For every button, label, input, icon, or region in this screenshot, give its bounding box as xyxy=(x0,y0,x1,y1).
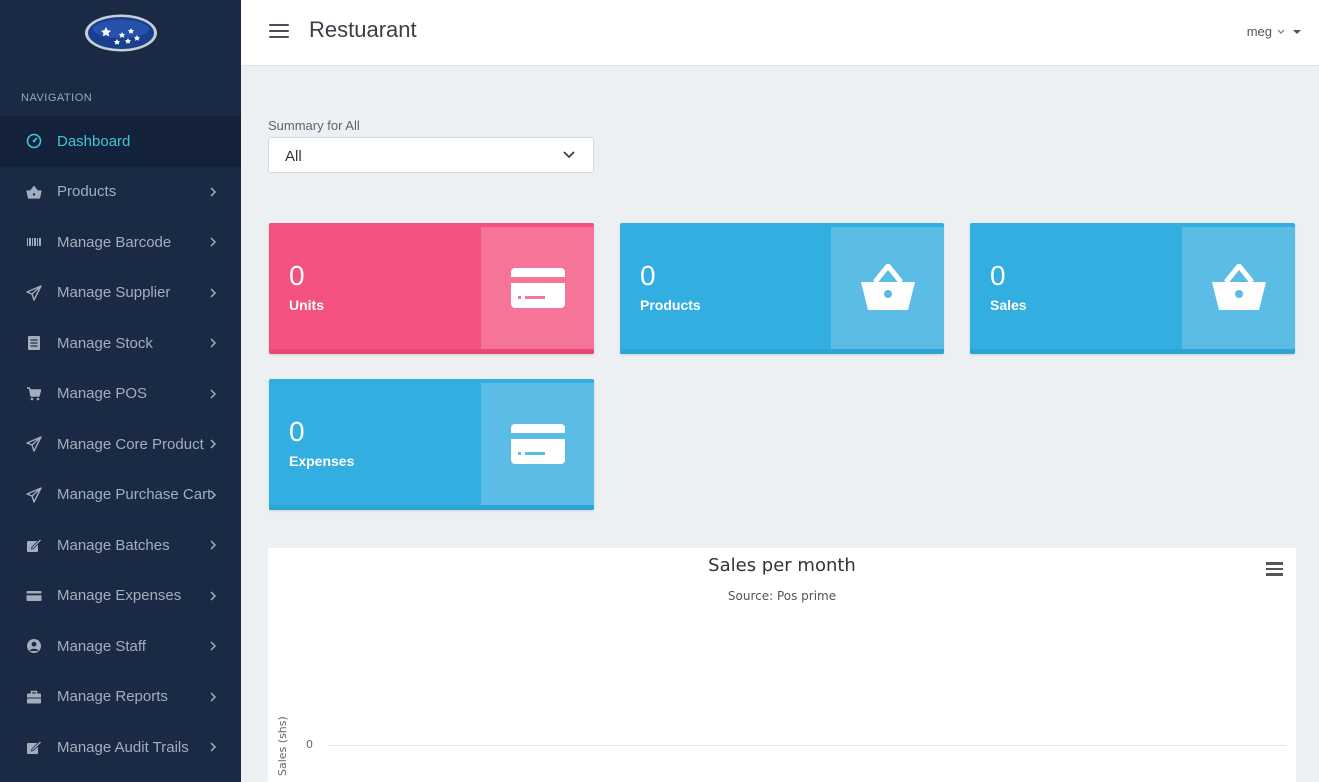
chevron-down-icon xyxy=(563,151,575,159)
chevron-right-icon xyxy=(209,184,217,197)
sidebar-item-label: Dashboard xyxy=(57,132,131,150)
products-card[interactable]: 0 Products xyxy=(620,223,944,354)
sidebar-item-manage-reports[interactable]: Manage Reports xyxy=(0,672,241,723)
cart-icon xyxy=(25,385,43,403)
chevron-right-icon xyxy=(209,436,217,449)
chart-subtitle: Source: Pos prime xyxy=(727,589,837,603)
paper-plane-icon xyxy=(25,435,43,453)
sidebar-item-label: Manage Batches xyxy=(57,536,170,554)
chart-title: Sales per month xyxy=(708,555,856,576)
sidebar: NAVIGATION Dashboard Products Manage Bar… xyxy=(0,0,241,782)
page-title: Restuarant xyxy=(309,17,417,42)
sidebar-item-label: Manage Supplier xyxy=(57,284,171,302)
sidebar-item-manage-expenses[interactable]: Manage Expenses xyxy=(0,571,241,622)
barcode-icon xyxy=(25,233,43,251)
chevron-right-icon xyxy=(209,638,217,651)
chevron-right-icon xyxy=(209,588,217,601)
summary-label: Summary for All xyxy=(268,118,360,133)
units-card[interactable]: 0 Units xyxy=(269,223,594,354)
chart-gridline xyxy=(328,745,1286,746)
sidebar-item-manage-audit-trails[interactable]: Manage Audit Trails xyxy=(0,722,241,773)
card-bottom-bar xyxy=(970,349,1295,354)
credit-card-icon xyxy=(25,587,43,605)
paper-plane-icon xyxy=(25,486,43,504)
logo[interactable] xyxy=(0,0,241,66)
sidebar-item-manage-batches[interactable]: Manage Batches xyxy=(0,520,241,571)
chevron-right-icon xyxy=(209,234,217,247)
chart-menu-icon[interactable] xyxy=(1266,562,1283,576)
list-icon xyxy=(25,334,43,352)
card-value: 0 xyxy=(289,416,305,447)
card-value: 0 xyxy=(990,260,1006,291)
chevron-right-icon xyxy=(209,285,217,298)
basket-icon xyxy=(25,183,43,201)
subaru-logo-icon xyxy=(84,14,157,52)
dashboard-gauge-icon xyxy=(25,132,43,150)
sidebar-item-manage-barcode[interactable]: Manage Barcode xyxy=(0,217,241,268)
card-label: Sales xyxy=(990,297,1027,313)
card-label: Products xyxy=(640,297,701,313)
card-bottom-bar xyxy=(269,349,594,354)
card-value: 0 xyxy=(289,260,305,291)
card-label: Expenses xyxy=(289,453,355,469)
sidebar-item-manage-purchase-cart[interactable]: Manage Purchase Cart xyxy=(0,470,241,521)
sidebar-item-manage-supplier[interactable]: Manage Supplier xyxy=(0,268,241,319)
card-bottom-bar xyxy=(620,349,944,354)
chevron-right-icon xyxy=(209,335,217,348)
sidebar-item-label: Manage Stock xyxy=(57,334,153,352)
nav-header: NAVIGATION xyxy=(21,92,93,104)
top-header: Restuarant meg xyxy=(241,0,1319,66)
user-circle-icon xyxy=(25,637,43,655)
sales-chart: Sales per month Source: Pos prime Sales … xyxy=(268,548,1296,782)
sidebar-item-label: Manage Barcode xyxy=(57,233,172,251)
edit-icon xyxy=(25,738,43,756)
chevron-right-icon xyxy=(209,386,217,399)
sidebar-item-label: Manage POS xyxy=(57,385,148,403)
sidebar-item-label: Manage Core Product xyxy=(57,435,204,453)
chevron-right-icon xyxy=(209,739,217,752)
basket-icon xyxy=(831,227,944,349)
sidebar-item-label: Manage Reports xyxy=(57,688,168,706)
chevron-right-icon xyxy=(209,537,217,550)
sidebar-item-label: Products xyxy=(57,183,117,201)
expenses-card[interactable]: 0 Expenses xyxy=(269,379,594,510)
sidebar-item-products[interactable]: Products xyxy=(0,167,241,218)
sidebar-item-manage-core-product[interactable]: Manage Core Product xyxy=(0,419,241,470)
username: meg xyxy=(1246,24,1272,39)
briefcase-icon xyxy=(25,688,43,706)
sidebar-item-label: Manage Expenses xyxy=(57,587,182,605)
chevron-right-icon xyxy=(209,689,217,702)
caret-down-icon xyxy=(1293,29,1301,34)
user-menu[interactable]: meg xyxy=(1247,24,1301,39)
sidebar-item-label: Manage Staff xyxy=(57,637,146,655)
summary-select[interactable]: All xyxy=(268,137,594,173)
sales-card[interactable]: 0 Sales xyxy=(970,223,1295,354)
card-value: 0 xyxy=(640,260,656,291)
sidebar-item-manage-staff[interactable]: Manage Staff xyxy=(0,621,241,672)
credit-card-icon xyxy=(481,227,594,349)
paper-plane-icon xyxy=(25,284,43,302)
basket-icon xyxy=(1182,227,1295,349)
sidebar-item-manage-stock[interactable]: Manage Stock xyxy=(0,318,241,369)
edit-icon xyxy=(25,536,43,554)
chevron-down-icon xyxy=(1277,29,1285,34)
menu-toggle-icon[interactable] xyxy=(269,24,289,40)
card-bottom-bar xyxy=(269,505,594,510)
sidebar-item-dashboard[interactable]: Dashboard xyxy=(0,116,241,167)
sidebar-item-label: Manage Purchase Cart xyxy=(57,486,212,504)
credit-card-icon xyxy=(481,383,594,505)
chevron-right-icon xyxy=(209,487,217,500)
sidebar-item-manage-pos[interactable]: Manage POS xyxy=(0,369,241,420)
summary-selected-value: All xyxy=(285,148,302,165)
y-axis-title: Sales (shs) xyxy=(276,716,289,776)
sidebar-item-label: Manage Audit Trails xyxy=(57,738,189,756)
y-tick-label: 0 xyxy=(306,738,313,751)
card-label: Units xyxy=(289,297,324,313)
